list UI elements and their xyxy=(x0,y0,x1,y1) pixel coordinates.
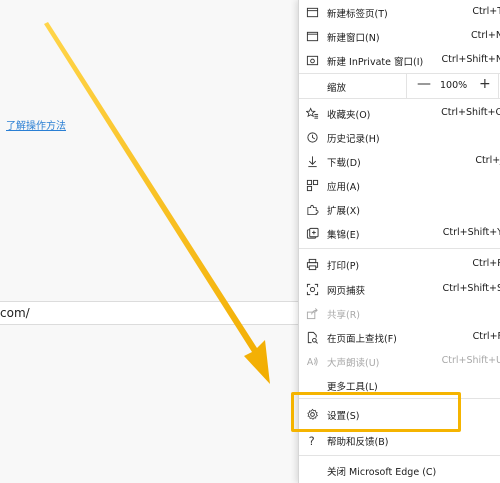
help-question-icon: ? xyxy=(305,433,319,447)
history-icon xyxy=(305,130,319,144)
url-field[interactable]: com/ xyxy=(0,301,298,325)
menu-item-find-on-page[interactable]: 在页面上查找(F) Ctrl+F xyxy=(299,325,500,349)
svg-text:A: A xyxy=(306,357,313,368)
url-text: com/ xyxy=(0,306,30,320)
menu-item-web-capture[interactable]: 网页捕获 Ctrl+Shift+S xyxy=(299,277,500,301)
svg-text:?: ? xyxy=(308,435,314,447)
menu-item-downloads[interactable]: 下载(D) Ctrl+J xyxy=(299,149,500,173)
menu-item-new-inprivate[interactable]: 新建 InPrivate 窗口(I) Ctrl+Shift+N xyxy=(299,48,500,72)
menu-item-collections[interactable]: 集锦(E) Ctrl+Shift+Y xyxy=(299,221,500,245)
printer-icon xyxy=(305,257,319,271)
menu-item-extensions[interactable]: 扩展(X) xyxy=(299,197,500,221)
web-capture-icon xyxy=(305,282,319,296)
share-icon xyxy=(305,306,319,320)
menu-item-read-aloud[interactable]: A 大声朗读(U) Ctrl+Shift+U xyxy=(299,349,500,373)
menu-item-history[interactable]: 历史记录(H) xyxy=(299,125,500,149)
menu-item-print[interactable]: 打印(P) Ctrl+P xyxy=(299,252,500,276)
download-icon xyxy=(305,154,319,168)
read-aloud-icon: A xyxy=(305,354,319,368)
star-list-icon xyxy=(305,106,319,120)
zoom-out-button[interactable]: — xyxy=(417,76,431,92)
menu-divider xyxy=(299,248,500,249)
menu-item-apps[interactable]: 应用(A) xyxy=(299,173,500,197)
menu-item-new-window[interactable]: 新建窗口(N) Ctrl+N xyxy=(299,24,500,48)
settings-highlight-box xyxy=(291,392,461,432)
menu-item-new-tab[interactable]: 新建标签页(T) Ctrl+T xyxy=(299,0,500,24)
zoom-in-button[interactable]: + xyxy=(479,76,491,92)
inprivate-icon xyxy=(305,53,319,67)
menu-divider xyxy=(299,455,500,456)
zoom-level: 100% xyxy=(440,80,468,91)
webpage-content: 了解操作方法 com/ xyxy=(0,0,298,483)
menu-item-close-edge[interactable]: 关闭 Microsoft Edge (C) xyxy=(299,458,500,482)
menu-item-share[interactable]: 共享(R) xyxy=(299,301,500,325)
new-window-icon xyxy=(305,29,319,43)
help-link[interactable]: 了解操作方法 xyxy=(6,117,66,132)
collections-icon xyxy=(305,226,319,240)
find-page-icon xyxy=(305,330,319,344)
new-tab-icon xyxy=(305,5,319,19)
menu-item-favorites[interactable]: 收藏夹(O) Ctrl+Shift+O xyxy=(299,101,500,125)
puzzle-icon xyxy=(305,202,319,216)
zoom-control: — 100% + xyxy=(406,74,500,98)
menu-item-zoom: 缩放 — 100% + xyxy=(299,74,500,98)
apps-grid-icon xyxy=(305,178,319,192)
menu-divider xyxy=(299,98,500,99)
